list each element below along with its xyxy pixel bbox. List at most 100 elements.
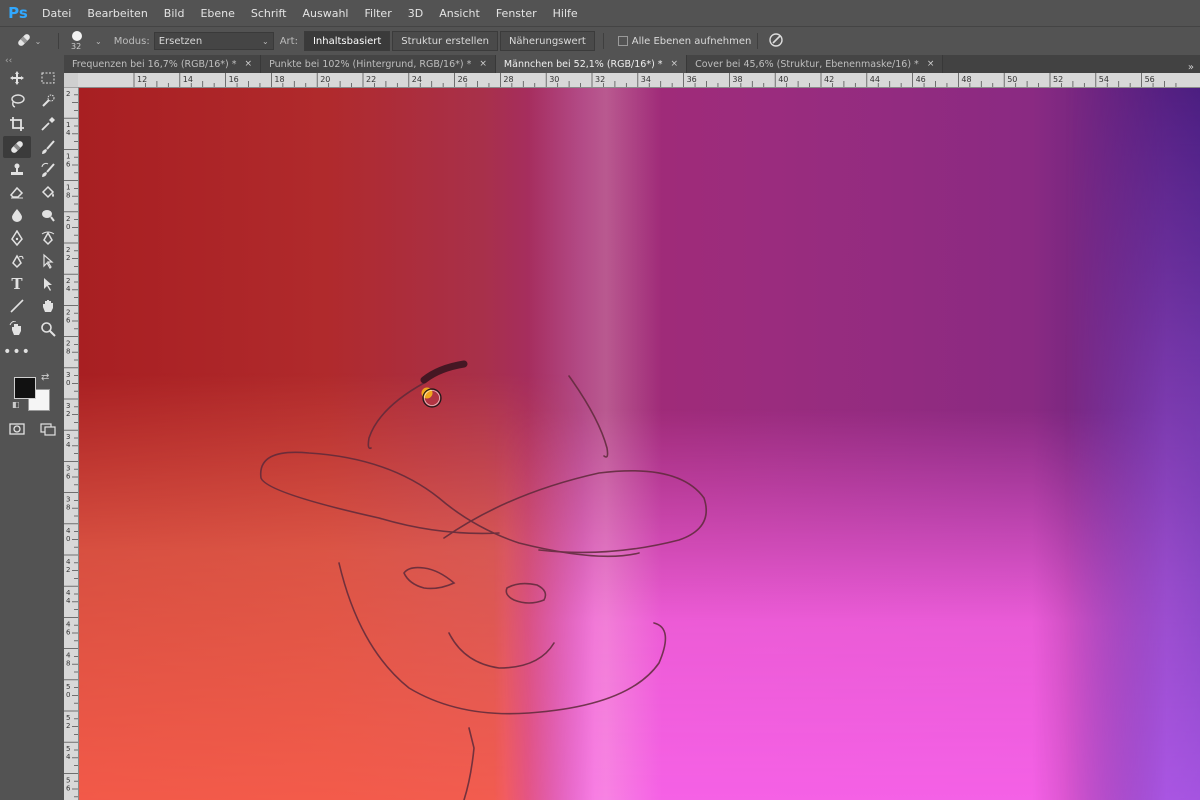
- ruler-label: 2: [66, 340, 70, 348]
- rotate-view-tool-icon[interactable]: [3, 318, 31, 340]
- tabs-overflow-icon[interactable]: »: [1182, 62, 1200, 73]
- document-tabs: Frequenzen bei 16,7% (RGB/16*) * × Punkt…: [64, 55, 1200, 73]
- menu-bild[interactable]: Bild: [156, 7, 193, 20]
- tools-panel: ‹‹ T ••• ⇄ ◧: [0, 55, 65, 800]
- chevron-down-icon[interactable]: ⌄: [95, 37, 102, 46]
- ruler-label: 52: [1053, 75, 1063, 84]
- spot-healing-brush-tool-icon[interactable]: [3, 135, 31, 158]
- ruler-ticks: 12 14 16 18 20 22 24 26 28 30 32 34 36 38 40 42 44 46 48 50…: [133, 73, 1177, 87]
- quick-selection-tool-icon[interactable]: [34, 90, 62, 112]
- marquee-tool-icon[interactable]: [34, 67, 62, 89]
- close-icon[interactable]: ×: [479, 59, 487, 69]
- menu-ebene[interactable]: Ebene: [192, 7, 242, 20]
- ruler-label: 28: [503, 75, 513, 84]
- path-selection-tool-icon[interactable]: [34, 273, 62, 295]
- close-icon[interactable]: ×: [245, 59, 253, 69]
- type-create-texture-button[interactable]: Struktur erstellen: [392, 31, 498, 51]
- default-colors-icon[interactable]: ◧: [12, 400, 20, 409]
- close-icon[interactable]: ×: [671, 59, 679, 69]
- ruler-label: 4: [66, 652, 71, 660]
- tab-maennchen[interactable]: Männchen bei 52,1% (RGB/16*) * ×: [495, 55, 688, 73]
- ruler-label: 24: [412, 75, 422, 84]
- zoom-tool-icon[interactable]: [34, 318, 62, 340]
- head-left-stroke: [367, 382, 425, 450]
- ruler-label: 2: [66, 722, 70, 730]
- move-tool-icon[interactable]: [3, 67, 31, 89]
- pressure-size-icon[interactable]: [768, 32, 784, 51]
- menu-hilfe[interactable]: Hilfe: [545, 7, 586, 20]
- line-tool-icon[interactable]: [3, 295, 31, 317]
- sketch-drawing: [260, 360, 707, 800]
- ruler-label: 3: [66, 371, 70, 379]
- ruler-origin[interactable]: [64, 73, 79, 88]
- face-outline: [338, 562, 667, 715]
- pen-tool-icon[interactable]: [3, 227, 31, 249]
- ruler-label: 5: [66, 745, 70, 753]
- hand-tool-icon[interactable]: [34, 295, 62, 317]
- paint-bucket-tool-icon[interactable]: [34, 181, 62, 203]
- swap-colors-icon[interactable]: ⇄: [41, 372, 49, 383]
- tab-punkte[interactable]: Punkte bei 102% (Hintergrund, RGB/16*) *…: [261, 55, 496, 73]
- screen-mode-icon[interactable]: [34, 418, 62, 440]
- tab-frequenzen[interactable]: Frequenzen bei 16,7% (RGB/16*) * ×: [64, 55, 262, 73]
- brush-tool-icon[interactable]: [34, 136, 62, 158]
- menu-3d[interactable]: 3D: [400, 7, 431, 20]
- brush-picker[interactable]: 32: [65, 28, 93, 54]
- tab-cover[interactable]: Cover bei 45,6% (Struktur, Ebenenmaske/1…: [687, 55, 944, 73]
- history-brush-tool-icon[interactable]: [34, 159, 62, 181]
- left-eye: [403, 566, 456, 590]
- ruler-label: 8: [66, 348, 70, 356]
- document-canvas[interactable]: [79, 88, 1200, 800]
- ruler-label: 0: [66, 691, 70, 699]
- menu-datei[interactable]: Datei: [34, 7, 79, 20]
- ruler-label: 6: [66, 316, 71, 324]
- ruler-label: 6: [66, 628, 71, 636]
- eyedropper-tool-icon[interactable]: [34, 113, 62, 135]
- menu-schrift[interactable]: Schrift: [243, 7, 295, 20]
- menu-ansicht[interactable]: Ansicht: [431, 7, 488, 20]
- ruler-label: 3: [66, 496, 70, 504]
- tool-preset-picker[interactable]: ⌄: [10, 27, 52, 55]
- dodge-tool-icon[interactable]: [34, 204, 62, 226]
- quick-mask-icon[interactable]: [3, 418, 31, 440]
- ruler-label: 4: [66, 589, 71, 597]
- ruler-label: 2: [66, 410, 70, 418]
- menu-auswahl[interactable]: Auswahl: [294, 7, 356, 20]
- menu-bearbeiten[interactable]: Bearbeiten: [79, 7, 155, 20]
- direct-selection-tool-icon[interactable]: [34, 250, 62, 272]
- freeform-pen-tool-icon[interactable]: [3, 250, 31, 272]
- lasso-tool-icon[interactable]: [3, 90, 31, 112]
- mode-select[interactable]: Ersetzen ⌄: [153, 32, 274, 50]
- ruler-label: 40: [778, 75, 788, 84]
- sample-all-layers-checkbox[interactable]: Alle Ebenen aufnehmen: [617, 36, 751, 47]
- type-segmented-control: Inhaltsbasiert Struktur erstellen Näheru…: [303, 31, 597, 51]
- horizontal-ruler[interactable]: 12 14 16 18 20 22 24 26 28 30 32 34 36 38 40 42 44 46 48 50…: [78, 73, 1200, 88]
- panel-collapse-icon[interactable]: ‹‹: [0, 55, 64, 67]
- curvature-pen-tool-icon[interactable]: [34, 227, 62, 249]
- ruler-label: 6: [66, 472, 71, 480]
- type-proximity-match-button[interactable]: Näherungswert: [499, 31, 595, 51]
- menu-fenster[interactable]: Fenster: [488, 7, 545, 20]
- type-tool-icon[interactable]: T: [3, 273, 31, 295]
- type-content-aware-button[interactable]: Inhaltsbasiert: [303, 31, 391, 51]
- foreground-color-swatch[interactable]: [14, 377, 36, 400]
- ruler-label: 44: [870, 75, 880, 84]
- head-right-stroke: [568, 375, 609, 458]
- clone-stamp-tool-icon[interactable]: [3, 159, 31, 181]
- close-icon[interactable]: ×: [927, 59, 935, 69]
- menu-filter[interactable]: Filter: [356, 7, 399, 20]
- eraser-tool-icon[interactable]: [3, 181, 31, 203]
- ruler-label: 34: [641, 75, 651, 84]
- ruler-label: 4: [66, 129, 71, 137]
- ruler-label: 0: [66, 223, 70, 231]
- mode-select-value: Ersetzen: [158, 35, 203, 47]
- ruler-label: 50: [1007, 75, 1017, 84]
- blur-tool-icon[interactable]: [3, 204, 31, 226]
- crop-tool-icon[interactable]: [3, 113, 31, 135]
- type-label: Art:: [279, 35, 298, 47]
- tab-label: Männchen bei 52,1% (RGB/16*) *: [503, 58, 663, 70]
- vertical-ruler[interactable]: 2141618202224262830323436384042444648505…: [64, 87, 79, 800]
- ruler-label: 6: [66, 784, 71, 792]
- more-tools-icon[interactable]: •••: [3, 341, 31, 363]
- ruler-label: 36: [687, 75, 697, 84]
